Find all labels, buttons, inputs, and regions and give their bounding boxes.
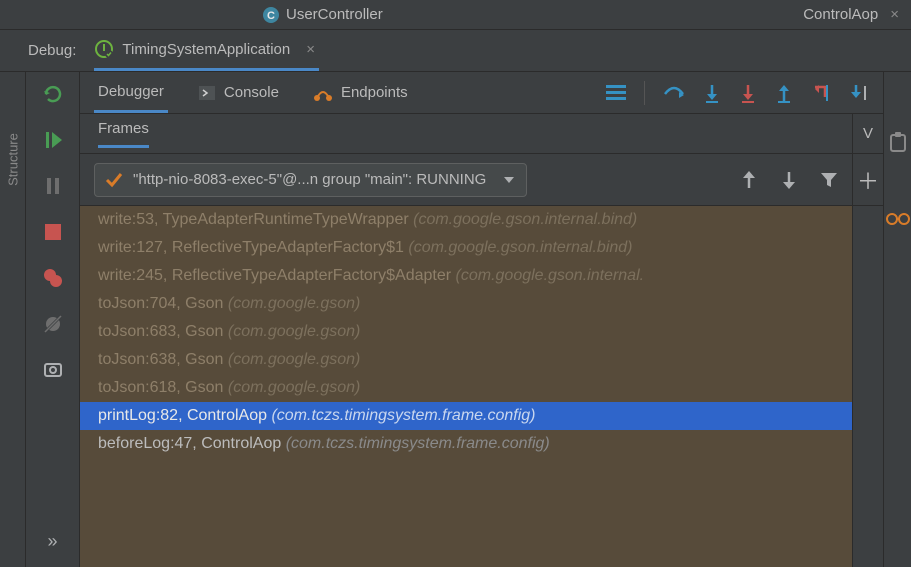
rerun-button[interactable] (41, 82, 65, 106)
editor-tabbar: C UserController ControlAop × (0, 0, 911, 30)
class-icon: C (262, 6, 280, 24)
stack-frame[interactable]: toJson:683, Gson (com.google.gson) (80, 318, 852, 346)
close-icon[interactable]: × (890, 6, 899, 23)
clipboard-icon[interactable] (889, 132, 907, 152)
tab-label: Console (224, 84, 279, 101)
step-into-icon[interactable] (703, 83, 721, 103)
svg-text:C: C (267, 10, 275, 22)
editor-tab-label: ControlAop (803, 6, 878, 23)
editor-tab-controlaop[interactable]: ControlAop × (791, 0, 911, 29)
frames-list[interactable]: write:53, TypeAdapterRuntimeTypeWrapper … (80, 206, 852, 567)
close-icon[interactable]: × (306, 41, 315, 58)
more-button[interactable]: » (41, 529, 65, 553)
stack-frame[interactable]: toJson:638, Gson (com.google.gson) (80, 346, 852, 374)
filter-icon[interactable] (820, 171, 838, 189)
stack-frame[interactable]: toJson:618, Gson (com.google.gson) (80, 374, 852, 402)
vars-label-initial: V (863, 125, 873, 142)
structure-tool-label[interactable]: Structure (5, 133, 20, 186)
step-out-icon[interactable] (775, 83, 793, 103)
glasses-icon[interactable] (886, 212, 910, 226)
thread-selector-row: "http-nio-8083-exec-5"@...n group "main"… (80, 154, 852, 206)
threads-view-icon[interactable] (606, 85, 626, 101)
stop-button[interactable] (41, 220, 65, 244)
run-to-cursor-icon[interactable] (849, 83, 869, 103)
tab-endpoints[interactable]: Endpoints (309, 72, 412, 113)
tab-console[interactable]: Console (194, 72, 283, 113)
right-gutter (883, 72, 911, 567)
debugger-tabbar: Debugger Console Endpoints (80, 72, 883, 114)
editor-tab-label: UserController (286, 6, 383, 23)
stack-frame[interactable]: write:53, TypeAdapterRuntimeTypeWrapper … (80, 206, 852, 234)
frames-title: Frames (98, 120, 149, 148)
frames-panel-header: Frames (80, 114, 852, 154)
thread-dropdown[interactable]: "http-nio-8083-exec-5"@...n group "main"… (94, 163, 527, 197)
debug-header: Debug: TimingSystemApplication × (0, 30, 911, 72)
pause-button[interactable] (41, 174, 65, 198)
spring-boot-icon (94, 39, 114, 59)
view-breakpoints-button[interactable] (41, 266, 65, 290)
console-icon (198, 84, 216, 102)
stack-frame[interactable]: printLog:82, ControlAop (com.tczs.timing… (80, 402, 852, 430)
step-over-icon[interactable] (663, 84, 685, 102)
tab-label: Debugger (98, 83, 164, 100)
add-watch-button[interactable]: ＋ (857, 164, 879, 196)
chevron-down-icon (502, 173, 516, 187)
prev-frame-icon[interactable] (740, 170, 758, 190)
run-config-label: TimingSystemApplication (122, 41, 290, 58)
left-gutter: Structure (0, 72, 26, 567)
variables-panel-edge: V ＋ (853, 114, 883, 567)
tab-label: Endpoints (341, 84, 408, 101)
mute-breakpoints-button[interactable] (41, 312, 65, 336)
stack-frame[interactable]: beforeLog:47, ControlAop (com.tczs.timin… (80, 430, 852, 458)
endpoints-icon (313, 84, 333, 102)
stack-frame[interactable]: write:127, ReflectiveTypeAdapterFactory$… (80, 234, 852, 262)
tab-debugger[interactable]: Debugger (94, 72, 168, 113)
resume-button[interactable] (41, 128, 65, 152)
separator (644, 81, 645, 105)
stack-frame[interactable]: write:245, ReflectiveTypeAdapterFactory$… (80, 262, 852, 290)
thread-name: "http-nio-8083-exec-5"@...n group "main"… (133, 171, 486, 188)
run-config-tab[interactable]: TimingSystemApplication × (94, 30, 319, 71)
check-icon (105, 171, 123, 189)
drop-frame-icon[interactable] (811, 83, 831, 103)
stack-frame[interactable]: toJson:704, Gson (com.google.gson) (80, 290, 852, 318)
editor-tab-usercontroller[interactable]: C UserController (250, 0, 395, 29)
thread-dump-button[interactable] (41, 358, 65, 382)
force-step-into-icon[interactable] (739, 83, 757, 103)
debug-label: Debug: (28, 42, 76, 59)
debug-toolbar: » (26, 72, 80, 567)
next-frame-icon[interactable] (780, 170, 798, 190)
